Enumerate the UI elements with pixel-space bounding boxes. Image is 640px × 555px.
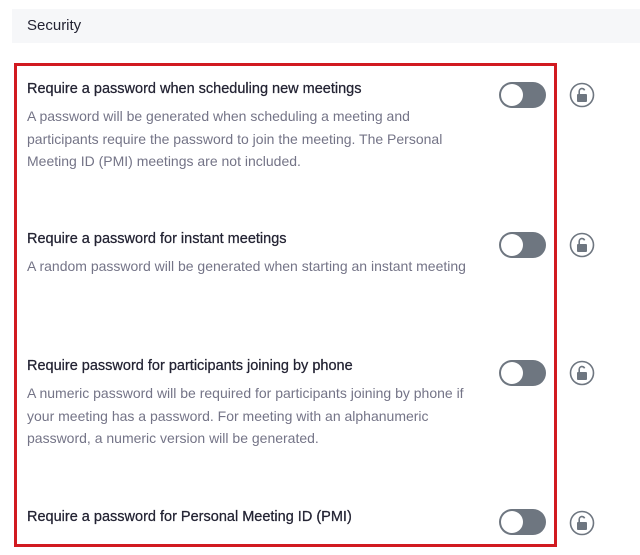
setting-description: A password will be generated when schedu… bbox=[27, 108, 443, 169]
unlocked-padlock-icon[interactable] bbox=[569, 82, 595, 108]
section-title: Security bbox=[27, 17, 82, 34]
setting-description: A random password will be generated when… bbox=[27, 258, 466, 274]
password-scheduling-toggle[interactable] bbox=[499, 82, 546, 108]
setting-password-pmi: Require a password for Personal Meeting … bbox=[27, 508, 477, 526]
toggle-knob bbox=[501, 511, 523, 533]
password-phone-toggle[interactable] bbox=[499, 360, 546, 386]
setting-title: Require a password when scheduling new m… bbox=[27, 81, 362, 97]
setting-description: A numeric password will be required for … bbox=[27, 385, 464, 446]
toggle-knob bbox=[501, 84, 523, 106]
unlocked-padlock-icon[interactable] bbox=[569, 232, 595, 258]
setting-password-instant: Require a password for instant meetings … bbox=[27, 230, 477, 278]
setting-password-phone: Require password for participants joinin… bbox=[27, 357, 477, 450]
setting-title: Require password for participants joinin… bbox=[27, 358, 353, 374]
setting-title: Require a password for instant meetings bbox=[27, 231, 287, 247]
password-instant-toggle[interactable] bbox=[499, 232, 546, 258]
toggle-knob bbox=[501, 234, 523, 256]
password-pmi-toggle[interactable] bbox=[499, 509, 546, 535]
unlocked-padlock-icon[interactable] bbox=[569, 510, 595, 536]
toggle-knob bbox=[501, 362, 523, 384]
security-section-header: Security bbox=[12, 9, 640, 43]
setting-title: Require a password for Personal Meeting … bbox=[27, 509, 352, 525]
setting-password-scheduling: Require a password when scheduling new m… bbox=[27, 80, 477, 173]
unlocked-padlock-icon[interactable] bbox=[569, 360, 595, 386]
